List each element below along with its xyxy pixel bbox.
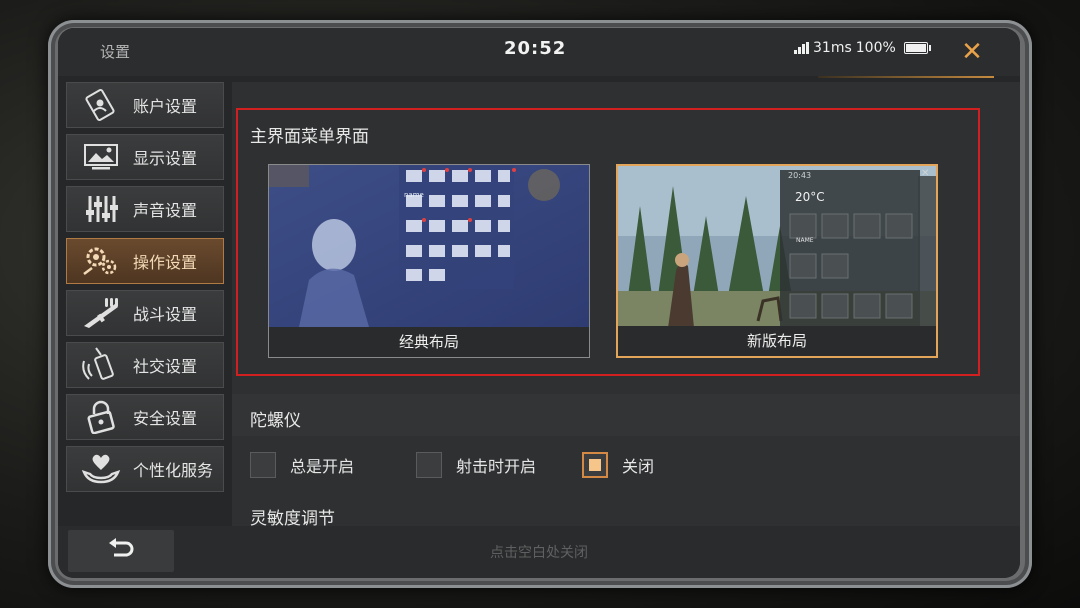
preview-temperature: 20°C (795, 190, 825, 204)
gyro-option-label: 关闭 (622, 457, 655, 476)
gyro-section-title: 陀螺仪 (250, 411, 301, 431)
new-layout-preview: 20:43 20°C NAME ✕ (618, 166, 936, 328)
top-bar: 设置 20:52 31ms 100% ✕ (58, 28, 1020, 76)
bottom-bar: 点击空白处关闭 (58, 526, 1020, 578)
security-icon (79, 399, 123, 435)
preview-tile-label: NAME (796, 237, 814, 244)
sidebar-item-combat[interactable]: 战斗设置 (66, 290, 224, 336)
account-icon (79, 87, 123, 123)
close-icon: ✕ (961, 37, 983, 67)
combat-icon (79, 295, 123, 331)
personalization-icon (79, 451, 123, 487)
sidebar-item-display[interactable]: 显示设置 (66, 134, 224, 180)
close-hint-text: 点击空白处关闭 (490, 545, 588, 561)
classic-layout-option[interactable]: name 经典布局 (268, 164, 590, 358)
page-title: 设置 (100, 43, 131, 61)
gyro-option-off[interactable]: 关闭 (582, 452, 654, 478)
sidebar-item-label: 战斗设置 (133, 305, 198, 324)
gyro-section-header (232, 394, 1020, 436)
sidebar-item-label: 操作设置 (133, 253, 198, 272)
gyro-off-checkbox[interactable] (582, 452, 608, 478)
sidebar-item-security[interactable]: 安全设置 (66, 394, 224, 440)
gyro-option-when-firing[interactable]: 射击时开启 (416, 452, 536, 478)
sidebar-item-label: 个性化服务 (133, 461, 214, 480)
preview-time: 20:43 (788, 171, 812, 180)
battery-value: 100% (855, 40, 896, 56)
classic-layout-preview: name (269, 165, 589, 327)
preview-close-icon: ✕ (921, 168, 930, 179)
sidebar-item-personalization[interactable]: 个性化服务 (66, 446, 224, 492)
sidebar-item-social[interactable]: 社交设置 (66, 342, 224, 388)
ping-value: 31ms (813, 40, 852, 56)
classic-layout-label: 经典布局 (269, 327, 589, 357)
controls-icon (79, 243, 123, 279)
sidebar-item-label: 安全设置 (133, 409, 198, 428)
battery-icon (903, 42, 931, 54)
gyro-firing-checkbox[interactable] (416, 452, 442, 478)
gyro-option-always[interactable]: 总是开启 (250, 452, 354, 478)
sidebar-item-sound[interactable]: 声音设置 (66, 186, 224, 232)
status-bar: 31ms 100% (794, 40, 931, 56)
sound-icon (79, 191, 123, 227)
sidebar-item-label: 显示设置 (133, 149, 198, 168)
header-accent-line (818, 76, 994, 78)
gyro-always-checkbox[interactable] (250, 452, 276, 478)
sidebar-item-label: 社交设置 (133, 357, 198, 376)
social-icon (79, 347, 123, 383)
sidebar-item-account[interactable]: 账户设置 (66, 82, 224, 128)
sidebar-item-label: 声音设置 (133, 201, 198, 220)
sidebar-item-controls[interactable]: 操作设置 (66, 238, 224, 284)
preview-tile-label: name (404, 191, 424, 199)
settings-window: 设置 20:52 31ms 100% ✕ 账户设置 显示设置 声音设置 操作设置… (58, 28, 1020, 578)
clock: 20:52 (504, 38, 567, 59)
new-layout-option[interactable]: 20:43 20°C NAME ✕ 新版布局 (616, 164, 938, 358)
close-button[interactable]: ✕ (946, 32, 998, 72)
gyro-option-label: 射击时开启 (456, 457, 537, 476)
sidebar-item-label: 账户设置 (133, 97, 198, 116)
signal-icon (794, 42, 809, 54)
gyro-option-label: 总是开启 (290, 457, 355, 476)
main-menu-section-title: 主界面菜单界面 (250, 127, 369, 147)
display-icon (79, 139, 123, 175)
sidebar: 账户设置 显示设置 声音设置 操作设置 战斗设置 社交设置 安全设置 个性化服务 (66, 82, 226, 498)
new-layout-label: 新版布局 (618, 326, 936, 356)
